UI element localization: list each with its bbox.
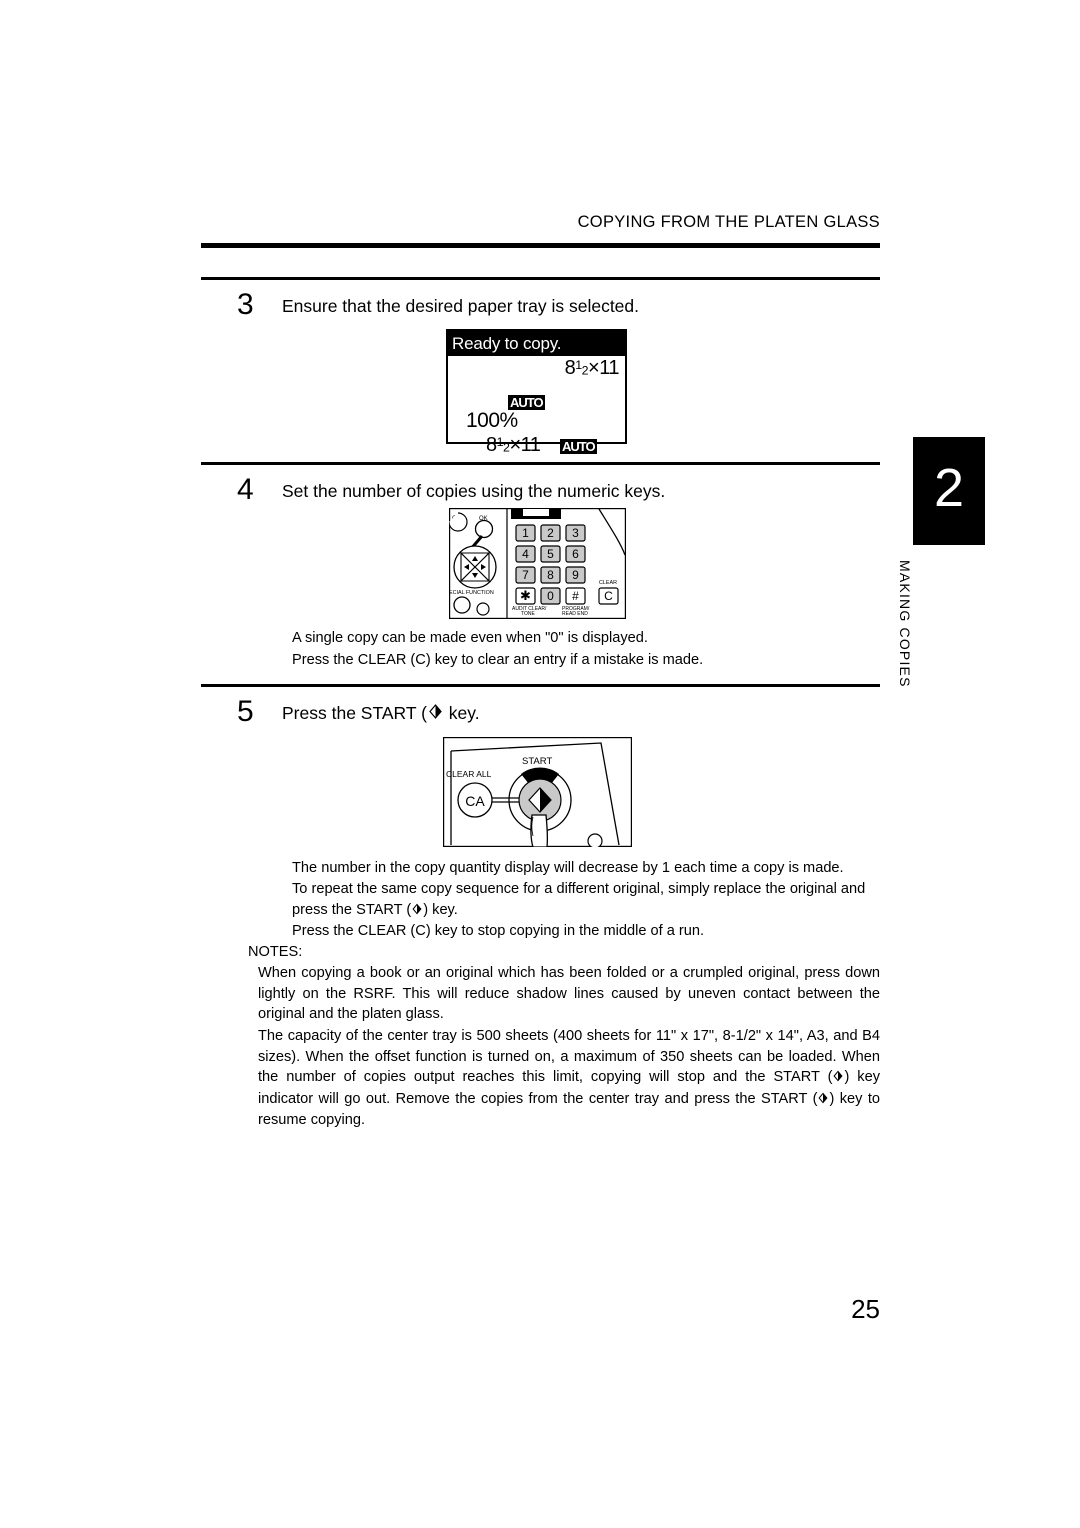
step-5-note-line-2-after: ) key. (423, 901, 458, 918)
step-5-rule (201, 684, 880, 687)
svg-text:7: 7 (522, 568, 529, 582)
step-4-text: Set the number of copies using the numer… (282, 481, 666, 501)
lcd-status-text: Ready to copy. (448, 331, 625, 356)
keypad-illustration: CK OK ECIAL FUNCTION (448, 507, 627, 620)
step-5-note-line-1: The number in the copy quantity display … (292, 860, 844, 876)
step-4-rule (201, 462, 880, 465)
step-5-note-line-3: Press the CLEAR (C) key to stop copying … (292, 923, 705, 939)
step-5-number: 5 (237, 695, 254, 728)
chapter-number: 2 (933, 458, 965, 518)
lcd-display-figure: Ready to copy. 812×11 AUTO 100% 812×11 A… (446, 329, 627, 456)
lcd-exposure-auto-badge: AUTO (508, 395, 545, 410)
numeric-keypad-figure: CK OK ECIAL FUNCTION (448, 507, 627, 620)
svg-text:ECIAL FUNCTION: ECIAL FUNCTION (449, 590, 494, 596)
svg-text:8: 8 (547, 568, 554, 582)
step-5-text-after: key. (443, 703, 480, 723)
note-item-1: When copying a book or an original which… (258, 965, 880, 1022)
lcd-paper-size: 812×11 (486, 434, 541, 456)
start-diamond-icon (427, 703, 444, 725)
step-5-note-line-2-before: To repeat the same copy sequence for a d… (292, 881, 866, 918)
step-5-text: Press the START ( key. (282, 703, 480, 725)
svg-text:READ END: READ END (562, 611, 588, 617)
step-3-number: 3 (237, 288, 254, 321)
svg-text:START: START (522, 756, 552, 767)
start-diamond-icon-note-a (832, 1068, 844, 1089)
svg-text:✱: ✱ (520, 588, 531, 603)
start-diamond-icon-note-b (817, 1090, 829, 1111)
step-4-note-2: Press the CLEAR (C) key to clear an entr… (292, 652, 704, 668)
svg-text:0: 0 (547, 589, 554, 603)
svg-text:#: # (572, 589, 579, 603)
lcd-paper-auto-badge: AUTO (560, 439, 597, 454)
svg-text:3: 3 (572, 526, 579, 540)
svg-text:TONE: TONE (521, 611, 535, 617)
chapter-tab: 2 (913, 437, 985, 545)
svg-text:6: 6 (572, 547, 579, 561)
start-button-figure: START CLEAR ALL CA (442, 736, 633, 849)
running-head: COPYING FROM THE PLATEN GLASS (577, 213, 880, 231)
step-4-note-1: A single copy can be made even when "0" … (292, 630, 648, 646)
note-item-2: The capacity of the center tray is 500 s… (258, 1026, 880, 1131)
chapter-label: MAKING COPIES (897, 560, 913, 688)
svg-text:CLEAR: CLEAR (599, 580, 617, 586)
note-item-2-part-1: The capacity of the center tray is 500 s… (258, 1028, 880, 1085)
svg-text:CLEAR ALL: CLEAR ALL (446, 769, 492, 779)
start-diamond-icon-small (411, 901, 423, 922)
svg-text:2: 2 (547, 526, 554, 540)
notes-heading: NOTES: (248, 944, 303, 960)
lcd-zoom-percent: 100% (466, 409, 518, 432)
svg-text:5: 5 (547, 547, 554, 561)
svg-text:1: 1 (522, 526, 529, 540)
header-rule-top (201, 243, 880, 248)
step-4-number: 4 (237, 473, 254, 506)
lcd-original-size: 812×11 (564, 357, 620, 379)
svg-text:CA: CA (465, 793, 485, 809)
svg-text:4: 4 (522, 547, 529, 561)
svg-text:C: C (604, 589, 613, 603)
step-3-text: Ensure that the desired paper tray is se… (282, 296, 640, 316)
header-rule-bottom (201, 277, 880, 280)
step-5-text-before: Press the START ( (282, 703, 427, 723)
svg-text:9: 9 (572, 568, 579, 582)
step-5-note-line-2: To repeat the same copy sequence for a d… (292, 879, 880, 921)
start-panel-illustration: START CLEAR ALL CA (442, 736, 633, 849)
page-number: 25 (851, 1294, 880, 1324)
